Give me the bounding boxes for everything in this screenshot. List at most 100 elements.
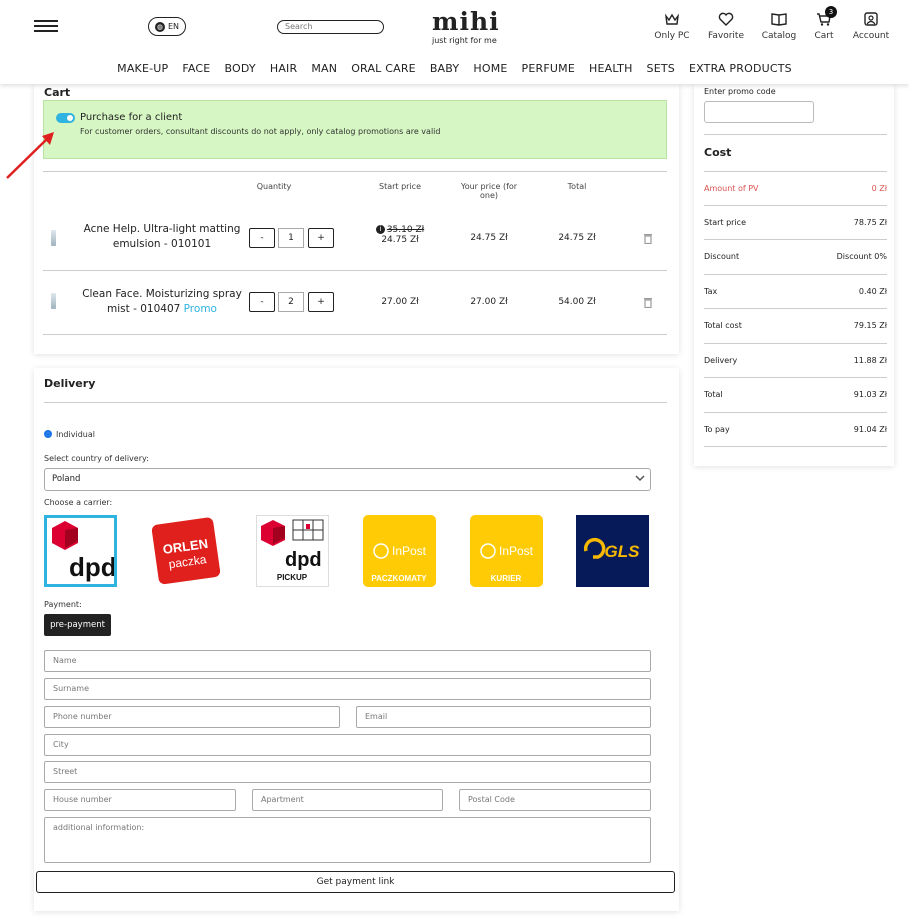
chevron-down-icon [635, 475, 645, 482]
cart-section: Cart Purchase for a client For customer … [34, 84, 679, 354]
carrier-label: Choose a carrier: [44, 498, 113, 507]
phone-field[interactable]: Phone number [44, 706, 340, 728]
qty-input[interactable]: 1 [278, 228, 304, 248]
cost-value: 11.88 Zł [853, 356, 887, 365]
product-name[interactable]: Acne Help. Ultra-light matting emulsion … [78, 222, 246, 252]
qty-plus-button[interactable]: + [308, 228, 334, 248]
additional-info-field[interactable]: additional information: [44, 817, 651, 863]
language-switcher[interactable]: ◍ EN [148, 17, 186, 36]
start-price-cell: i 35.10 Zł 24.75 Zł [365, 225, 435, 245]
divider [43, 270, 667, 271]
delivery-title: Delivery [44, 377, 96, 390]
svg-text:PACZKOMATY: PACZKOMATY [371, 574, 427, 583]
cost-value: 0 Zł [871, 184, 887, 193]
house-number-field[interactable]: House number [44, 789, 236, 811]
menu-icon[interactable] [34, 20, 58, 34]
cost-row-start-price: Start price 78.75 Zł [704, 205, 887, 239]
only-pc-link[interactable]: Only PC [654, 12, 690, 41]
start-price: 24.75 Zł [381, 235, 419, 245]
nav-item-extra-products[interactable]: EXTRA PRODUCTS [689, 62, 792, 75]
row-total: 24.75 Zł [558, 233, 596, 243]
cost-row-tax: Tax 0.40 Zł [704, 274, 887, 308]
col-quantity: Quantity [256, 182, 292, 191]
product-thumbnail[interactable] [51, 230, 56, 246]
logo-tagline: just right for me [432, 36, 497, 45]
svg-text:PICKUP: PICKUP [277, 573, 308, 582]
inpost-kurier-logo-icon: InPost KURIER [470, 515, 543, 587]
promo-code-input[interactable] [704, 101, 814, 123]
svg-text:InPost: InPost [499, 544, 534, 558]
carrier-dpd[interactable]: dpd [44, 515, 117, 587]
annotation-arrow-icon [6, 132, 54, 179]
only-pc-label: Only PC [654, 31, 690, 41]
street-field[interactable]: Street [44, 761, 651, 783]
nav-item-home[interactable]: HOME [473, 62, 507, 75]
account-label: Account [852, 31, 890, 41]
carrier-inpost-kurier[interactable]: InPost KURIER [470, 515, 543, 587]
cart-link[interactable]: 3 Cart [808, 6, 840, 41]
trash-icon[interactable] [643, 297, 653, 308]
svg-text:dpd: dpd [69, 552, 114, 582]
qty-minus-button[interactable]: - [249, 228, 275, 248]
cost-row-total: Total 91.03 Zł [704, 377, 887, 411]
email-field[interactable]: Email [356, 706, 651, 728]
svg-text:InPost: InPost [392, 544, 427, 558]
cost-value: 0.40 Zł [858, 287, 887, 296]
nav-item-man[interactable]: MAN [311, 62, 337, 75]
product-thumbnail[interactable] [51, 293, 56, 309]
globe-icon: ◍ [154, 21, 165, 32]
qty-minus-button[interactable]: - [249, 292, 275, 312]
client-purchase-label: Purchase for a client [80, 112, 183, 123]
divider [43, 171, 667, 172]
qty-plus-button[interactable]: + [308, 292, 334, 312]
search-input[interactable]: Search [277, 20, 384, 34]
country-label: Select country of delivery: [44, 454, 149, 463]
promo-tag: Promo [183, 303, 217, 315]
cost-summary: Enter promo code Cost Amount of PV 0 Zł S… [694, 84, 894, 466]
cost-row-delivery: Delivery 11.88 Zł [704, 343, 887, 377]
divider [44, 402, 667, 403]
postal-code-field[interactable]: Postal Code [459, 789, 651, 811]
country-value: Poland [52, 474, 81, 484]
favorite-link[interactable]: Favorite [708, 12, 744, 41]
nav-item-perfume[interactable]: PERFUME [522, 62, 575, 75]
cost-value: 91.03 Zł [853, 390, 887, 399]
divider [43, 334, 667, 335]
gls-logo-icon: GLS [576, 515, 649, 587]
individual-radio[interactable] [44, 430, 52, 438]
apartment-field[interactable]: Apartment [252, 789, 443, 811]
cart-label: Cart [814, 31, 834, 41]
nav-item-baby[interactable]: BABY [430, 62, 460, 75]
crown-icon [664, 13, 680, 25]
get-payment-link-button[interactable]: Get payment link [36, 871, 675, 893]
payment-label: Payment: [44, 600, 82, 609]
qty-input[interactable]: 2 [278, 292, 304, 312]
account-link[interactable]: Account [852, 12, 890, 41]
nav-item-face[interactable]: FACE [182, 62, 210, 75]
carrier-inpost-paczkomaty[interactable]: InPost PACZKOMATY [363, 515, 436, 587]
surname-field[interactable]: Surname [44, 678, 651, 700]
pre-payment-button[interactable]: pre-payment [44, 614, 111, 636]
nav-item-body[interactable]: BODY [224, 62, 255, 75]
nav-item-health[interactable]: HEALTH [589, 62, 633, 75]
city-field[interactable]: City [44, 734, 651, 756]
trash-icon[interactable] [643, 233, 653, 244]
site-logo[interactable]: mihi just right for me [432, 8, 502, 46]
cost-label: Total cost [704, 321, 742, 330]
nav-item-sets[interactable]: SETS [647, 62, 675, 75]
cart-title: Cart [44, 86, 71, 99]
cost-label: Amount of PV [704, 184, 759, 193]
info-icon[interactable]: i [375, 225, 385, 234]
carrier-dpd-pickup[interactable]: dpd PICKUP [256, 515, 329, 587]
country-select[interactable]: Poland [44, 468, 651, 491]
nav-item-hair[interactable]: HAIR [270, 62, 297, 75]
nav-item-make-up[interactable]: MAKE-UP [117, 62, 168, 75]
name-field[interactable]: Name [44, 650, 651, 672]
nav-item-oral-care[interactable]: ORAL CARE [351, 62, 416, 75]
catalog-link[interactable]: Catalog [761, 12, 797, 41]
carrier-orlen-paczka[interactable]: ORLEN paczka [149, 515, 222, 587]
product-name[interactable]: Clean Face. Moisturizing spray mist - 01… [78, 287, 246, 317]
cost-value: Discount 0% [836, 252, 887, 261]
carrier-gls[interactable]: GLS [576, 515, 649, 587]
inpost-paczkomaty-logo-icon: InPost PACZKOMATY [363, 515, 436, 587]
